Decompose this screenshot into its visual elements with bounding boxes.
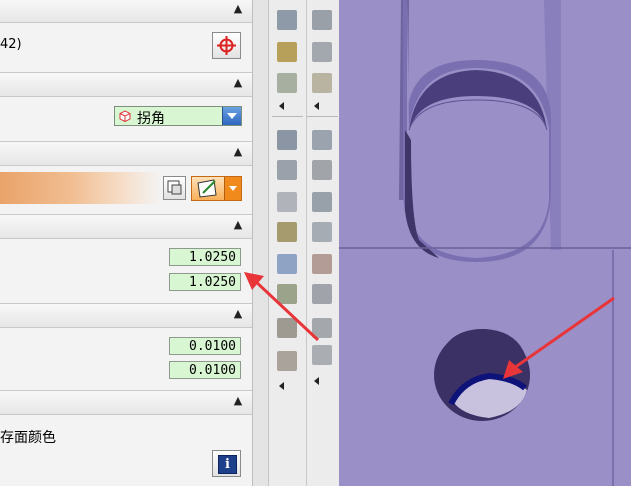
chevron-down-icon[interactable] [222, 107, 241, 125]
save-icon[interactable] [277, 130, 297, 150]
distance-2-field[interactable]: 1.0250 [169, 273, 241, 291]
model-render [339, 0, 631, 486]
vertical-toolbars [268, 0, 340, 486]
cube-icon [119, 110, 131, 122]
tool-icon-12[interactable] [312, 10, 332, 30]
chamfer-type-value: 拐角 [137, 111, 165, 127]
collapse-chevron-icon[interactable]: ▲ [230, 1, 246, 17]
tool-icon-1[interactable] [277, 10, 297, 30]
chamfer-type-select[interactable]: 拐角 [114, 106, 242, 127]
tool-icon-15[interactable] [312, 130, 332, 150]
toolbar-scroll-left-icon[interactable] [314, 102, 319, 110]
section-header-5[interactable]: ▲ [0, 303, 252, 328]
tool-icon-13[interactable] [312, 42, 332, 62]
info-button[interactable]: i [212, 450, 241, 477]
3d-viewport[interactable] [339, 0, 631, 486]
tool-icon-5[interactable] [277, 160, 297, 180]
annotation-arrow [244, 272, 320, 342]
toolbar-scroll-left-icon[interactable] [314, 377, 319, 385]
collapse-chevron-icon[interactable]: ▲ [230, 217, 246, 233]
tool-icon-16[interactable] [312, 160, 332, 180]
tool-icon-14[interactable] [312, 73, 332, 93]
tool-icon-17[interactable] [312, 192, 332, 212]
toolbar-column-1 [272, 0, 304, 486]
collapse-chevron-icon[interactable]: ▲ [230, 75, 246, 91]
point-label: 42) [0, 37, 22, 52]
tool-icon-6[interactable] [277, 192, 297, 212]
panel-splitter[interactable] [252, 0, 269, 486]
tool-icon-7[interactable] [277, 222, 297, 242]
toolbar-column-2 [306, 0, 339, 486]
face-select-icon [167, 180, 182, 195]
toolbar-scroll-left-icon[interactable] [279, 102, 284, 110]
face-select-button[interactable] [163, 176, 186, 200]
toolbar-scroll-left-icon[interactable] [279, 382, 284, 390]
tool-icon-18[interactable] [312, 222, 332, 242]
target-icon [217, 36, 236, 55]
info-icon: i [218, 455, 237, 474]
point-button[interactable] [212, 32, 241, 59]
distance-1-field[interactable]: 1.0250 [169, 248, 241, 266]
section-header-2[interactable]: ▲ [0, 72, 252, 97]
dialog-panel: ▲ 42) ▲ 拐角 ▲ ▲ 1.0250 1.0250 ▲ 0.0100 0.… [0, 0, 252, 486]
tool-icon-3[interactable] [277, 73, 297, 93]
tolerance-2-field[interactable]: 0.0100 [169, 361, 241, 379]
tool-icon-2[interactable] [277, 42, 297, 62]
tolerance-1-field[interactable]: 0.0100 [169, 337, 241, 355]
collapse-chevron-icon[interactable]: ▲ [230, 144, 246, 160]
section-header-6[interactable]: ▲ [0, 390, 252, 415]
section-header-1[interactable]: ▲ [0, 0, 252, 23]
section-header-3[interactable]: ▲ [0, 141, 252, 166]
chevron-down-icon[interactable] [224, 177, 241, 200]
face-color-split-button[interactable] [191, 176, 242, 201]
face-color-label: 存面颜色 [0, 430, 56, 446]
color-pick-icon [197, 179, 217, 198]
section-header-4[interactable]: ▲ [0, 214, 252, 239]
collapse-chevron-icon[interactable]: ▲ [230, 393, 246, 409]
color-gradient-bar [0, 172, 160, 204]
